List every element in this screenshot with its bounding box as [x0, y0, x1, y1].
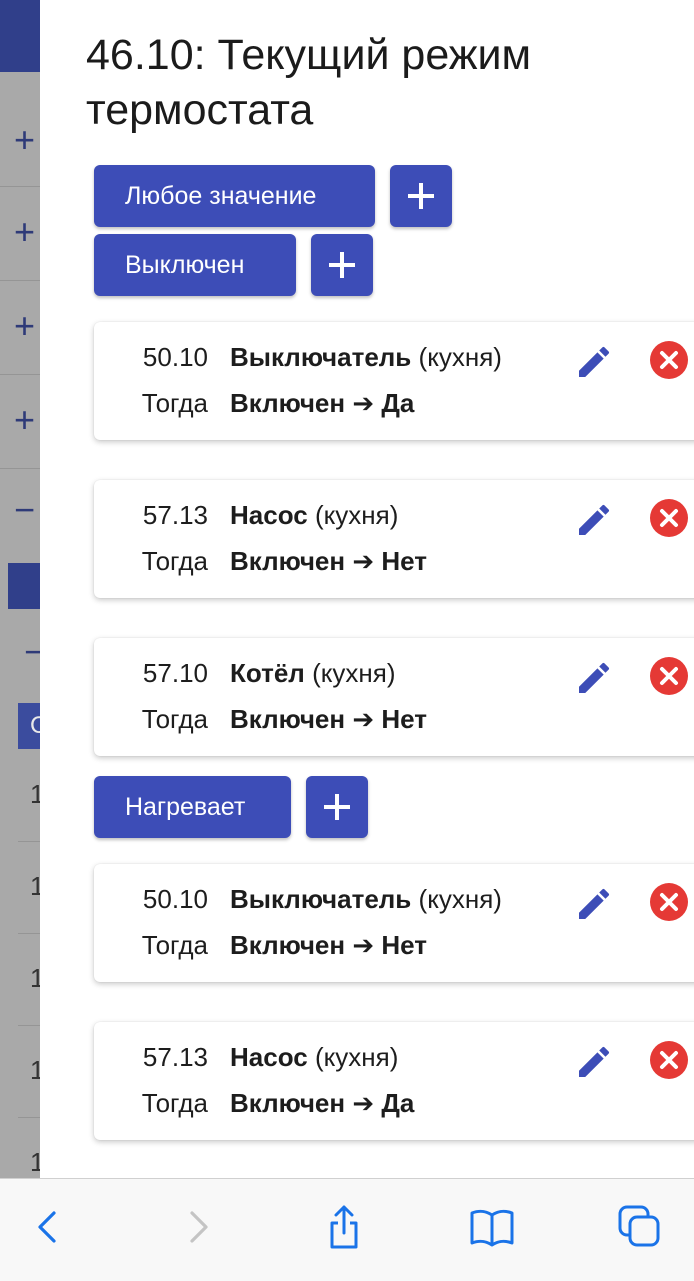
rule-card[interactable]: 50.10 Выключатель (кухня) Тогда Включен … [94, 322, 694, 440]
drawer-title: 46.10: Текущий режим термостата [86, 31, 532, 134]
tabs-icon[interactable] [616, 1203, 664, 1251]
forward-icon[interactable] [174, 1203, 222, 1251]
add-rule-button[interactable] [306, 776, 368, 838]
pencil-icon[interactable] [574, 658, 614, 698]
rule-id: 50.10 [142, 884, 208, 914]
close-circle-icon[interactable] [649, 498, 689, 538]
background-collapse-icon[interactable]: − [14, 492, 35, 528]
pencil-icon[interactable] [574, 342, 614, 382]
rule-action: Включен ➔ Нет [230, 546, 427, 576]
rule-card[interactable]: 57.13 Насос (кухня) Тогда Включен ➔ Нет [94, 480, 694, 598]
rule-card[interactable]: 57.10 Котёл (кухня) Тогда Включен ➔ Нет [94, 638, 694, 756]
plus-icon [324, 794, 350, 820]
browser-toolbar [0, 1178, 694, 1281]
pencil-icon[interactable] [574, 500, 614, 540]
pencil-icon[interactable] [574, 1042, 614, 1082]
add-rule-button[interactable] [311, 234, 373, 296]
rule-then-label: Тогда [141, 930, 208, 960]
rule-then-label: Тогда [141, 388, 208, 418]
rule-action: Включен ➔ Нет [230, 704, 427, 734]
background-expand-icon[interactable]: + [14, 214, 35, 250]
rule-then-label: Тогда [141, 546, 208, 576]
plus-icon [329, 252, 355, 278]
pencil-icon[interactable] [574, 884, 614, 924]
value-chip-off[interactable]: Выключен [94, 234, 296, 296]
rule-device: Выключатель (кухня) [230, 884, 502, 914]
add-rule-button[interactable] [390, 165, 452, 227]
bookmarks-icon[interactable] [468, 1203, 516, 1251]
background-expand-icon[interactable]: + [14, 122, 35, 158]
rule-device: Котёл (кухня) [230, 658, 396, 688]
back-icon[interactable] [24, 1203, 72, 1251]
rule-action: Включен ➔ Нет [230, 930, 427, 960]
value-chip-any[interactable]: Любое значение [94, 165, 375, 227]
value-chip-heating[interactable]: Нагревает [94, 776, 291, 838]
share-icon[interactable] [320, 1203, 368, 1251]
close-circle-icon[interactable] [649, 882, 689, 922]
rule-id: 50.10 [142, 342, 208, 372]
rule-id: 57.13 [142, 500, 208, 530]
rule-device: Выключатель (кухня) [230, 342, 502, 372]
rule-action: Включен ➔ Да [230, 1088, 415, 1118]
close-circle-icon[interactable] [649, 340, 689, 380]
plus-icon [408, 183, 434, 209]
close-circle-icon[interactable] [649, 1040, 689, 1080]
rules-drawer: 46.10: Текущий режим термостата Любое зн… [40, 0, 694, 1178]
rule-action: Включен ➔ Да [230, 388, 415, 418]
background-expand-icon[interactable]: + [14, 402, 35, 438]
rule-card[interactable]: 57.13 Насос (кухня) Тогда Включен ➔ Да [94, 1022, 694, 1140]
rule-card[interactable]: 50.10 Выключатель (кухня) Тогда Включен … [94, 864, 694, 982]
background-expand-icon[interactable]: + [14, 308, 35, 344]
rule-id: 57.10 [142, 658, 208, 688]
rule-device: Насос (кухня) [230, 1042, 399, 1072]
rule-device: Насос (кухня) [230, 500, 399, 530]
rule-then-label: Тогда [141, 704, 208, 734]
rule-then-label: Тогда [141, 1088, 208, 1118]
close-circle-icon[interactable] [649, 656, 689, 696]
rule-id: 57.13 [142, 1042, 208, 1072]
